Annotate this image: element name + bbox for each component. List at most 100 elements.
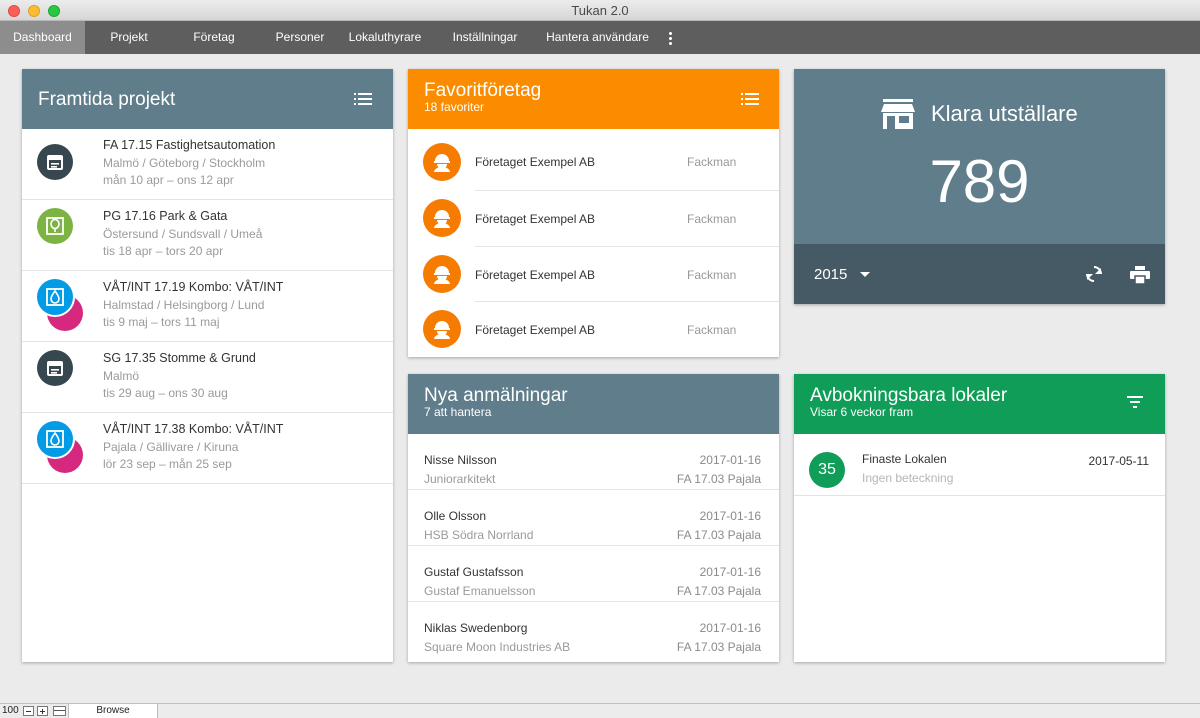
nav-hantera-anvandare[interactable]: Hantera användare bbox=[540, 21, 655, 54]
layout-toggle-icon[interactable] bbox=[53, 706, 66, 716]
registration-date: 2017-01-16 bbox=[699, 621, 761, 635]
exhibitors-count: 789 bbox=[929, 148, 1030, 215]
print-icon[interactable] bbox=[1130, 266, 1150, 285]
cancellable-venues-card: Avbokningsbara lokaler Visar 6 veckor fr… bbox=[794, 374, 1165, 662]
registration-date: 2017-01-16 bbox=[699, 565, 761, 579]
nav-dashboard[interactable]: Dashboard bbox=[0, 21, 85, 54]
favorite-companies-card: Favoritföretag 18 favoriter Företaget Ex… bbox=[408, 69, 779, 357]
registration-name: Gustaf Gustafsson bbox=[424, 565, 524, 579]
nav-personer[interactable]: Personer bbox=[255, 21, 345, 54]
project-dates: mån 10 apr – ons 12 apr bbox=[103, 173, 234, 187]
nav-lokaluthyrare[interactable]: Lokaluthyrare bbox=[345, 21, 425, 54]
registration-title: Square Moon Industries AB bbox=[424, 640, 571, 654]
project-title: PG 17.16 Park & Gata bbox=[103, 209, 228, 223]
project-places: Östersund / Sundsvall / Umeå bbox=[103, 227, 263, 241]
future-projects-title: Framtida projekt bbox=[38, 89, 176, 110]
nav-projekt[interactable]: Projekt bbox=[85, 21, 173, 54]
worker-icon bbox=[423, 199, 461, 237]
project-title: FA 17.15 Fastighetsautomation bbox=[103, 138, 276, 152]
favorite-company-type: Fackman bbox=[687, 212, 737, 226]
favorite-company-item[interactable]: Företaget Exempel AB Fackman bbox=[408, 296, 779, 352]
project-dates: tis 29 aug – ons 30 aug bbox=[103, 386, 228, 400]
zoom-in-icon[interactable] bbox=[37, 706, 48, 716]
zoom-level: 100 bbox=[2, 705, 19, 716]
registration-date: 2017-01-16 bbox=[699, 453, 761, 467]
main-nav: Dashboard Projekt Företag Personer Lokal… bbox=[0, 21, 1200, 54]
registration-name: Nisse Nilsson bbox=[424, 453, 497, 467]
venue-date: 2017-05-11 bbox=[1088, 454, 1150, 468]
exhibitors-card: Klara utställare 789 2015 bbox=[794, 69, 1165, 304]
registration-name: Niklas Swedenborg bbox=[424, 621, 528, 635]
new-registrations-card: Nya anmälningar 7 att hantera Nisse Nils… bbox=[408, 374, 779, 662]
venue-badge: 35 bbox=[809, 452, 845, 488]
filter-icon[interactable] bbox=[1127, 396, 1143, 408]
chevron-down-icon[interactable] bbox=[860, 272, 870, 277]
exhibitors-title: Klara utställare bbox=[931, 101, 1078, 126]
project-item[interactable]: FA 17.15 Fastighetsautomation Malmö / Gö… bbox=[22, 129, 393, 200]
nav-foretag[interactable]: Företag bbox=[173, 21, 255, 54]
venue-item[interactable]: 35 Finaste Lokalen Ingen beteckning 2017… bbox=[794, 434, 1165, 496]
year-select[interactable]: 2015 bbox=[814, 266, 847, 283]
project-title: SG 17.35 Stomme & Grund bbox=[103, 351, 256, 365]
favorite-company-name: Företaget Exempel AB bbox=[475, 268, 596, 282]
favorite-company-item[interactable]: Företaget Exempel AB Fackman bbox=[408, 185, 779, 241]
project-places: Malmö / Göteborg / Stockholm bbox=[103, 156, 266, 170]
favorite-companies-subtitle: 18 favoriter bbox=[424, 100, 485, 114]
nav-installningar[interactable]: Inställningar bbox=[446, 21, 524, 54]
exhibitors-footer: 2015 bbox=[794, 244, 1165, 304]
registration-project: FA 17.03 Pajala bbox=[676, 528, 761, 542]
window-titlebar: Tukan 2.0 bbox=[0, 0, 1200, 21]
project-places: Pajala / Gällivare / Kiruna bbox=[103, 440, 239, 454]
favorite-company-type: Fackman bbox=[687, 323, 737, 337]
tree-icon bbox=[37, 208, 73, 244]
favorite-company-name: Företaget Exempel AB bbox=[475, 155, 596, 169]
project-item[interactable]: VÅT/INT 17.19 Kombo: VÅT/INT Halmstad / … bbox=[22, 271, 393, 342]
project-title: VÅT/INT 17.19 Kombo: VÅT/INT bbox=[103, 280, 284, 294]
project-dates: tis 9 maj – tors 11 maj bbox=[103, 315, 220, 329]
registration-project: FA 17.03 Pajala bbox=[676, 472, 761, 486]
favorite-company-item[interactable]: Företaget Exempel AB Fackman bbox=[408, 241, 779, 297]
project-places: Halmstad / Helsingborg / Lund bbox=[103, 298, 265, 312]
project-item[interactable]: SG 17.35 Stomme & Grund Malmö tis 29 aug… bbox=[22, 342, 393, 413]
favorite-companies-header: Favoritföretag 18 favoriter bbox=[408, 69, 779, 129]
list-icon[interactable] bbox=[354, 93, 372, 105]
favorite-company-name: Företaget Exempel AB bbox=[475, 212, 596, 226]
list-icon[interactable] bbox=[741, 93, 759, 105]
registration-date: 2017-01-16 bbox=[699, 509, 761, 523]
zoom-out-icon[interactable] bbox=[23, 706, 34, 716]
more-vertical-icon[interactable] bbox=[663, 21, 679, 54]
registration-project: FA 17.03 Pajala bbox=[676, 640, 761, 654]
future-projects-card: Framtida projekt FA 17.15 Fastighetsauto… bbox=[22, 69, 393, 662]
favorite-company-name: Företaget Exempel AB bbox=[475, 323, 596, 337]
favorite-company-item[interactable]: Företaget Exempel AB Fackman bbox=[408, 129, 779, 185]
calendar-icon bbox=[37, 350, 73, 386]
project-item[interactable]: VÅT/INT 17.38 Kombo: VÅT/INT Pajala / Gä… bbox=[22, 413, 393, 484]
refresh-icon[interactable] bbox=[1085, 265, 1103, 283]
registration-item[interactable]: Gustaf Gustafsson Gustaf Emanuelsson 201… bbox=[408, 546, 779, 602]
water-drop-icon bbox=[35, 419, 75, 459]
project-places: Malmö bbox=[103, 369, 140, 383]
cancellable-venues-header: Avbokningsbara lokaler Visar 6 veckor fr… bbox=[794, 374, 1165, 434]
worker-icon bbox=[423, 310, 461, 348]
registration-title: HSB Södra Norrland bbox=[424, 528, 534, 542]
calendar-icon bbox=[37, 144, 73, 180]
window-title: Tukan 2.0 bbox=[571, 3, 629, 18]
registration-title: Gustaf Emanuelsson bbox=[424, 584, 536, 598]
venue-name: Finaste Lokalen bbox=[862, 452, 947, 466]
store-icon bbox=[881, 99, 915, 129]
registration-item[interactable]: Niklas Swedenborg Square Moon Industries… bbox=[408, 602, 779, 658]
registration-title: Juniorarkitekt bbox=[424, 472, 496, 486]
registration-item[interactable]: Nisse Nilsson Juniorarkitekt 2017-01-16 … bbox=[408, 434, 779, 490]
project-dates: tis 18 apr – tors 20 apr bbox=[103, 244, 224, 258]
project-dates: lör 23 sep – mån 25 sep bbox=[103, 457, 232, 471]
project-item[interactable]: PG 17.16 Park & Gata Östersund / Sundsva… bbox=[22, 200, 393, 271]
project-title: VÅT/INT 17.38 Kombo: VÅT/INT bbox=[103, 422, 284, 436]
cancellable-venues-title: Avbokningsbara lokaler bbox=[810, 385, 1008, 406]
favorite-companies-title: Favoritföretag bbox=[424, 80, 542, 101]
mode-label[interactable]: Browse bbox=[68, 704, 158, 718]
new-registrations-subtitle: 7 att hantera bbox=[424, 405, 492, 419]
registration-item[interactable]: Olle Olsson HSB Södra Norrland 2017-01-1… bbox=[408, 490, 779, 546]
new-registrations-title: Nya anmälningar bbox=[424, 385, 568, 406]
water-drop-icon bbox=[35, 277, 75, 317]
favorite-company-type: Fackman bbox=[687, 155, 737, 169]
